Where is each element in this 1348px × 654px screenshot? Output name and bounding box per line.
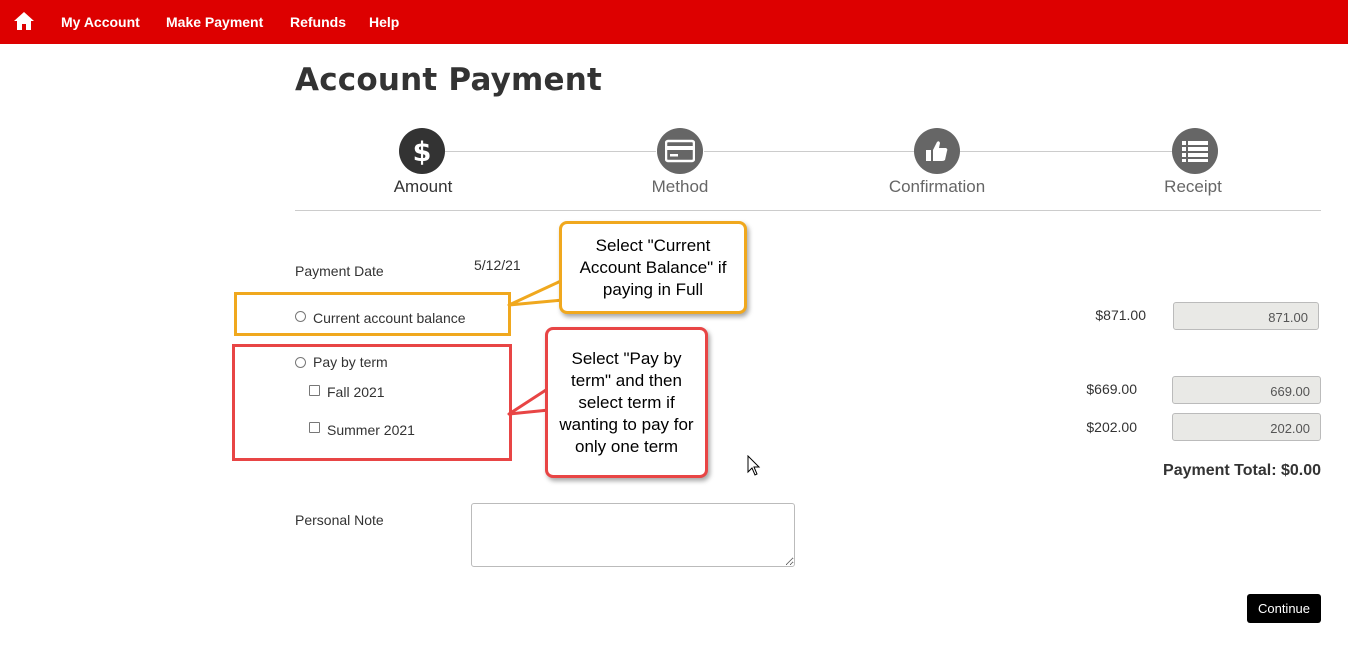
divider — [295, 210, 1321, 211]
home-icon[interactable] — [13, 11, 35, 31]
callout-current-balance: Select "Current Account Balance" if payi… — [559, 221, 747, 314]
step-connector — [960, 151, 1172, 152]
step-receipt — [1172, 128, 1218, 174]
page-title: Account Payment — [295, 62, 603, 98]
callout-pay-by-term: Select "Pay by term" and then select ter… — [545, 327, 708, 478]
step-label-amount: Amount — [393, 177, 453, 196]
step-label-confirmation: Confirmation — [888, 177, 986, 196]
credit-card-icon — [665, 139, 695, 163]
continue-button[interactable]: Continue — [1247, 594, 1321, 623]
svg-text:$: $ — [413, 137, 432, 166]
payment-total: Payment Total: $0.00 — [1163, 462, 1321, 479]
term-input-fall-2021[interactable]: 669.00 — [1172, 376, 1321, 404]
term-amount-fall-2021: $669.00 — [1086, 381, 1137, 397]
personal-note-input[interactable] — [471, 503, 795, 567]
step-connector — [704, 151, 914, 152]
highlight-pay-by-term — [232, 344, 512, 461]
top-nav-bar: My Account Make Payment Refunds Help — [0, 0, 1348, 44]
step-confirmation — [914, 128, 960, 174]
payment-date-label: Payment Date — [295, 263, 384, 279]
term-input-summer-2021[interactable]: 202.00 — [1172, 413, 1321, 441]
nav-my-account[interactable]: My Account — [61, 14, 140, 30]
nav-refunds[interactable]: Refunds — [290, 14, 346, 30]
dollar-icon: $ — [413, 137, 432, 166]
list-icon — [1182, 141, 1208, 162]
current-balance-input[interactable]: 871.00 — [1173, 302, 1319, 330]
nav-help[interactable]: Help — [369, 14, 399, 30]
mouse-cursor-icon — [747, 455, 761, 476]
step-label-receipt: Receipt — [1164, 177, 1222, 196]
step-label-method: Method — [651, 177, 709, 196]
term-amount-summer-2021: $202.00 — [1086, 419, 1137, 435]
callout-current-balance-text: Select "Current Account Balance" if payi… — [579, 235, 727, 299]
highlight-current-balance — [234, 292, 511, 336]
thumbs-up-icon — [926, 141, 948, 161]
callout-pay-by-term-text: Select "Pay by term" and then select ter… — [559, 348, 694, 456]
step-method — [657, 128, 703, 174]
step-amount: $ — [399, 128, 445, 174]
nav-make-payment[interactable]: Make Payment — [166, 14, 263, 30]
step-connector — [445, 151, 656, 152]
personal-note-label: Personal Note — [295, 512, 384, 528]
current-balance-amount: $871.00 — [1095, 307, 1146, 323]
